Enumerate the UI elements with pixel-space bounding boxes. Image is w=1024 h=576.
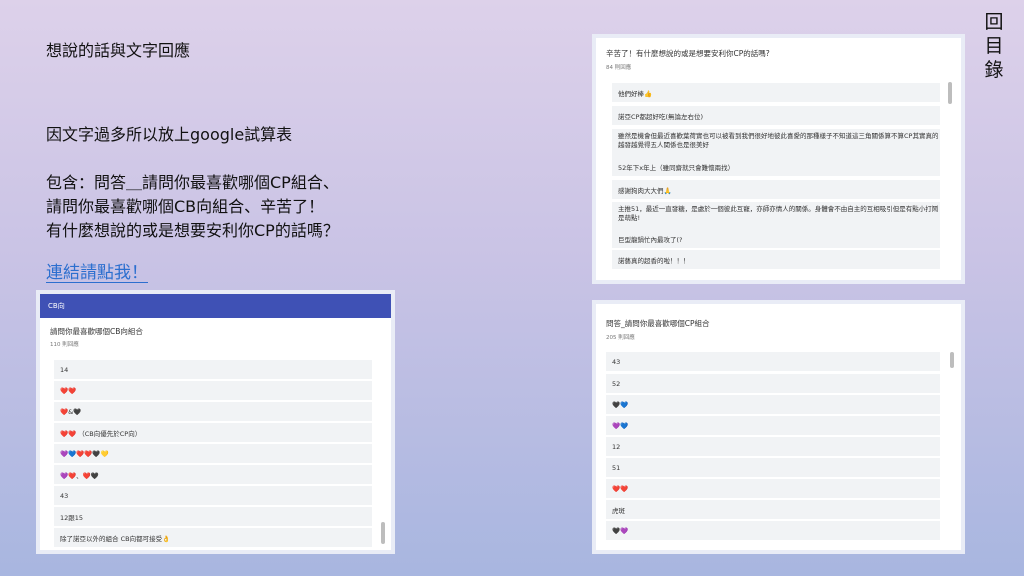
response-row: 43 xyxy=(606,352,940,371)
spreadsheet-link[interactable]: 連結請點我！ xyxy=(46,258,148,283)
response-row: ❤️❤️ xyxy=(606,479,940,498)
question-title: 請問你最喜歡哪個CB向組合 xyxy=(50,327,143,336)
contains-line-3: 有什麼想說的或是想要安利你CP的話嗎？ xyxy=(46,221,339,240)
response-count: 110 則回應 xyxy=(50,342,79,348)
toc-char-2: 目 xyxy=(984,35,1004,57)
response-row: 💜❤️、❤️🖤 xyxy=(54,465,372,484)
response-row: 12 xyxy=(606,437,940,456)
contains-line-2: 請問你最喜歡哪個CB向組合、辛苦了！ xyxy=(46,197,325,216)
form-header: CB向 xyxy=(40,294,391,318)
response-count: 205 則回應 xyxy=(606,335,635,341)
response-row: 諾藝真的超香的啦！！！ xyxy=(612,250,940,269)
response-row: ❤️❤️ （CB向優先於CP向） xyxy=(54,423,372,442)
response-row: 💜💙 xyxy=(606,416,940,435)
question-title: 辛苦了！有什麼想說的或是想要安利你CP的話嗎? xyxy=(606,49,770,58)
response-row: 他們好棒👍 xyxy=(612,83,940,102)
scrollbar-thumb[interactable] xyxy=(950,352,954,368)
intro-text: 因文字過多所以放上google試算表 xyxy=(46,125,293,144)
response-row: 52 xyxy=(606,374,940,393)
scrollbar-thumb[interactable] xyxy=(381,522,385,544)
table-of-contents-button[interactable]: 回 目 錄 xyxy=(982,10,1006,82)
response-row: 🖤💙 xyxy=(606,395,940,414)
response-row: 雖然是機會但最近喜歡葉荷實也可以被看到我們很好地彼此喜愛的那種樣子不知道這三角關… xyxy=(612,129,940,157)
toc-char-1: 回 xyxy=(984,11,1004,33)
response-row: 14 xyxy=(54,360,372,379)
response-row: 43 xyxy=(54,486,372,505)
response-row: 12跟15 xyxy=(54,507,372,526)
response-row: 💜💙❤️❤️🖤💛 xyxy=(54,444,372,463)
response-count: 84 則回應 xyxy=(606,65,632,71)
responses-screenshot-thanks: 辛苦了！有什麼想說的或是想要安利你CP的話嗎? 84 則回應 他們好棒👍 諾亞C… xyxy=(592,34,965,284)
contains-line-1: 包含：問答＿請問你最喜歡哪個CP組合、 xyxy=(46,173,339,192)
responses-screenshot-cb: CB向 請問你最喜歡哪個CB向組合 110 則回應 14 ❤️❤️ ❤️&🖤 ❤… xyxy=(36,290,395,554)
response-row: 主推51，最近一直發糖，是處於一個彼此互寵，亦師亦情人的關係。身體會不由自主的互… xyxy=(612,202,940,229)
toc-char-3: 錄 xyxy=(984,59,1004,81)
description-block: 因文字過多所以放上google試算表 包含：問答＿請問你最喜歡哪個CP組合、 請… xyxy=(46,123,339,243)
response-row: 51 xyxy=(606,458,940,477)
response-row: 🖤💜 xyxy=(606,521,940,540)
response-row: 虎斑 xyxy=(606,500,940,519)
response-row: 感謝狗肉大大們🙏 xyxy=(612,180,940,199)
slide-title: 想說的話與文字回應 xyxy=(46,41,191,60)
response-row: 除了諾亞以外的組合 CB向都可接受👌 xyxy=(54,528,372,547)
scrollbar-thumb[interactable] xyxy=(948,82,952,104)
response-row: 諾亞CP都超好吃(無論左右位) xyxy=(612,106,940,125)
question-title: 問答_請問你最喜歡哪個CP組合 xyxy=(606,319,710,328)
response-row: 巨型龍鍋忙內最攻了(? xyxy=(612,229,940,248)
response-row: ❤️❤️ xyxy=(54,381,372,400)
response-row: 52年下x年上（雖同齋就只會難懷兩找） xyxy=(612,157,940,176)
response-row: ❤️&🖤 xyxy=(54,402,372,421)
responses-screenshot-cp: 問答_請問你最喜歡哪個CP組合 205 則回應 43 52 🖤💙 💜💙 12 5… xyxy=(592,300,965,554)
